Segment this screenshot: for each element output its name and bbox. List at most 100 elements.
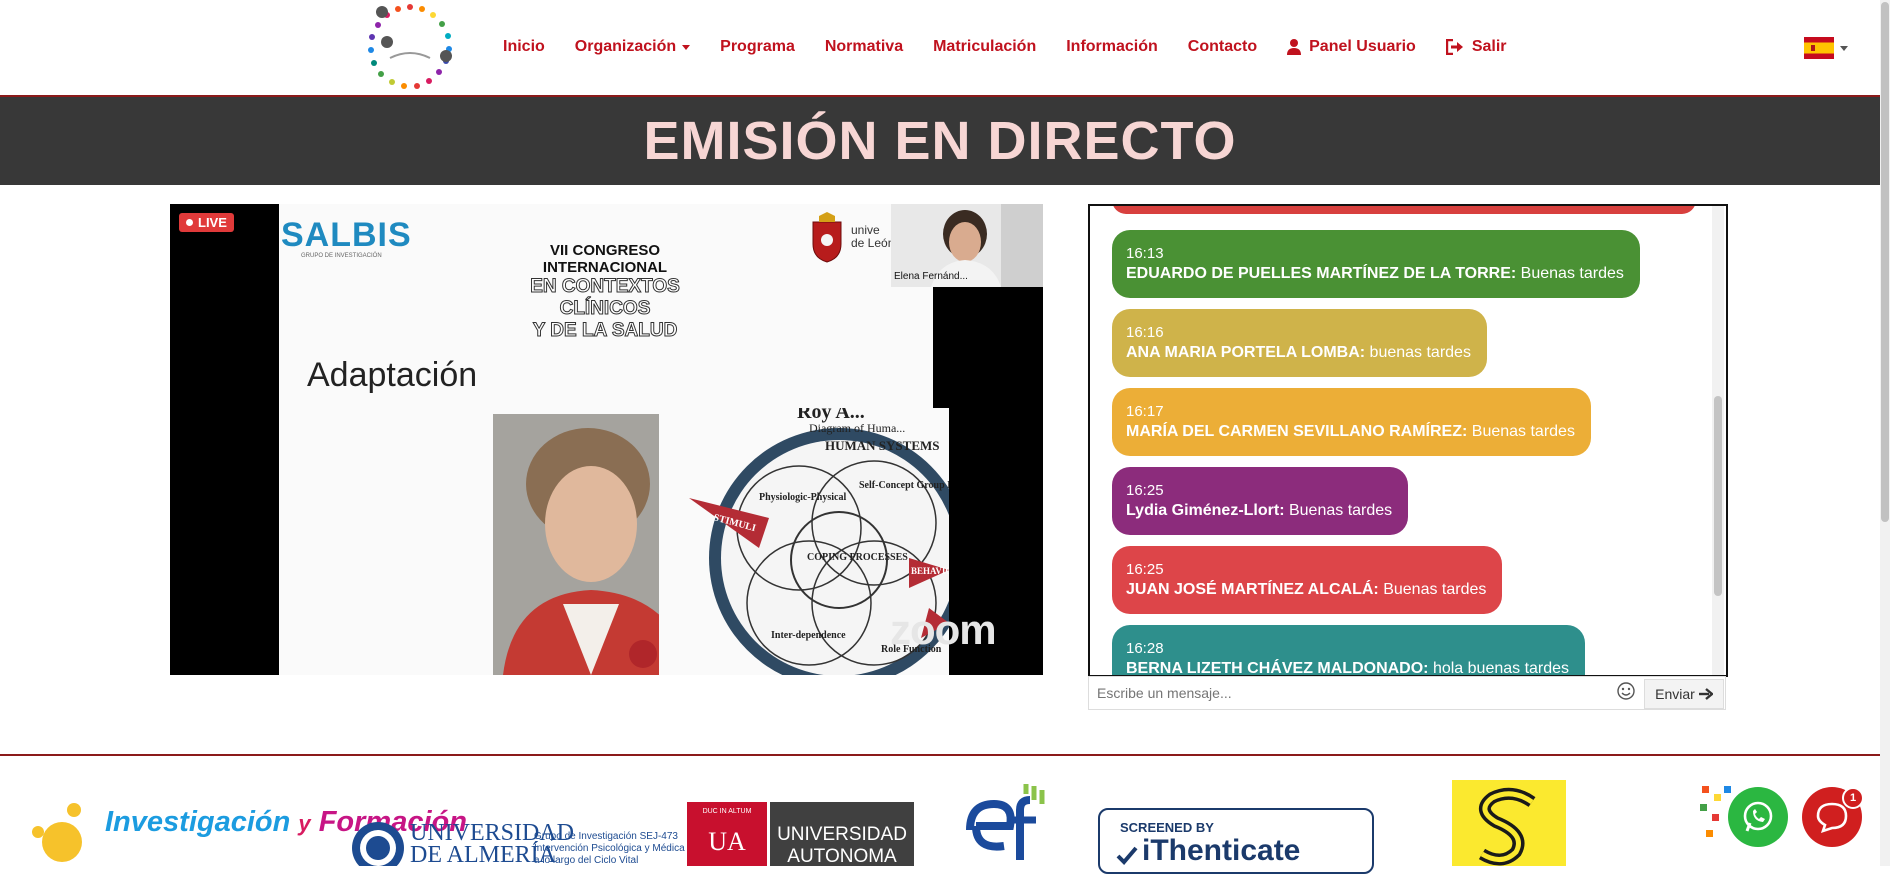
message-time: 16:25 — [1126, 561, 1164, 578]
nav-label: Información — [1066, 38, 1158, 55]
nav-label: Normativa — [824, 38, 904, 55]
ua-line-1: UNIVERSIDAD — [777, 824, 907, 845]
footer-divider — [0, 754, 1880, 756]
molecule-logo-icon — [32, 803, 82, 862]
sponsor-word-y: y — [298, 811, 311, 836]
chat-message: 16:17 MARÍA DEL CARMEN SEVILLANO RAMÍREZ… — [1112, 388, 1591, 456]
sponsor-et-logo[interactable] — [960, 780, 1046, 866]
live-label: LIVE — [198, 215, 227, 230]
message-text: buenas tardes — [1365, 344, 1471, 361]
top-navbar: Inicio Organización Programa Normativa M… — [0, 0, 1880, 97]
nav-normativa[interactable]: Normativa — [825, 38, 903, 56]
ua-short: UA — [708, 827, 746, 856]
whatsapp-button[interactable] — [1728, 787, 1788, 847]
message-author: MARÍA DEL CARMEN SEVILLANO RAMÍREZ: — [1126, 423, 1468, 440]
message-time: 16:28 — [1126, 640, 1164, 657]
sign-out-icon — [1445, 39, 1464, 55]
zoom-watermark: zoom — [890, 606, 997, 653]
live-badge: LIVE — [179, 213, 234, 232]
message-time: 16:13 — [1126, 245, 1164, 262]
sej-line-3: a lo largo del Ciclo Vital — [534, 855, 639, 866]
sponsor-s-logo[interactable] — [1452, 780, 1566, 866]
video-player[interactable]: LIVE SALBIS GRUPO DE INVESTIGACIÓN VII C… — [170, 204, 1043, 675]
university-name: unive de León — [851, 224, 894, 250]
message-author: BERNA LIZETH CHÁVEZ MALDONADO: — [1126, 660, 1429, 677]
congress-logo[interactable] — [360, 0, 460, 95]
chat-panel[interactable]: 16:13 EDUARDO DE PUELLES MARTÍNEZ DE LA … — [1088, 204, 1728, 677]
whatsapp-icon — [1743, 801, 1773, 832]
message-text: Buenas tardes — [1284, 502, 1393, 519]
ua-name-block: UNIVERSIDAD AUTONOMA — [770, 802, 914, 867]
nav-programa[interactable]: Programa — [720, 38, 795, 56]
university-shield-icon — [812, 212, 842, 263]
user-icon — [1287, 39, 1302, 55]
nav-salir[interactable]: Salir — [1445, 38, 1507, 56]
language-selector[interactable] — [1804, 37, 1848, 59]
sponsor-ithenticate[interactable]: SCREENED BY iThenticate — [1098, 808, 1374, 874]
sponsor-word-1: Investigación — [105, 806, 291, 838]
chat-composer: Enviar — [1088, 676, 1726, 710]
congress-line-1: VII CONGRESO INTERNACIONAL — [542, 242, 668, 276]
diagram-label: Self-Concept Group Identity — [859, 480, 949, 491]
nav-label: Organización — [574, 38, 677, 55]
university-line-2: de León — [851, 236, 895, 250]
message-time: 16:16 — [1126, 324, 1164, 341]
slide-title: Adaptación — [307, 356, 478, 394]
sponsor-sej473[interactable]: Grupo de Investigación SEJ-473 Intervenc… — [534, 831, 685, 867]
nav-label: Contacto — [1187, 38, 1258, 55]
diagram-header: HUMAN SYSTEMS — [825, 438, 940, 453]
spain-flag-icon — [1804, 37, 1834, 59]
nav-label: Salir — [1471, 38, 1507, 55]
message-text: Buenas tardes — [1378, 581, 1487, 598]
message-time: 16:17 — [1126, 403, 1164, 420]
diagram-caption: Diagram of Huma... — [809, 421, 905, 435]
emoji-icon[interactable] — [1617, 682, 1635, 700]
nav-contacto[interactable]: Contacto — [1188, 38, 1257, 56]
message-author: EDUARDO DE PUELLES MARTÍNEZ DE LA TORRE: — [1126, 265, 1517, 282]
diagram-label: COPING PROCESSES — [807, 552, 908, 563]
live-dot-icon — [186, 219, 193, 226]
participant-name: Elena Fernánd... — [894, 271, 968, 282]
sej-line-1: Grupo de Investigación SEJ-473 — [534, 831, 678, 842]
chat-message: 16:16 ANA MARIA PORTELA LOMBA: buenas ta… — [1112, 309, 1487, 377]
ua-shield: DUC IN ALTUM UA — [687, 802, 767, 866]
chat-message-input[interactable] — [1095, 680, 1619, 706]
page-title: EMISIÓN EN DIRECTO — [643, 111, 1237, 171]
message-author: Lydia Giménez-Llort: — [1126, 502, 1285, 519]
caret-down-icon — [682, 44, 691, 50]
ual-seal-icon — [352, 822, 404, 866]
nav-label: Matriculación — [933, 38, 1037, 55]
send-button[interactable]: Enviar — [1644, 679, 1724, 709]
nav-informacion[interactable]: Información — [1066, 38, 1158, 56]
diagram-label: Inter-dependence — [771, 630, 846, 641]
main-nav: Inicio Organización Programa Normativa M… — [503, 38, 1537, 56]
chat-scrollbar-thumb[interactable] — [1714, 396, 1722, 596]
chat-message: 16:28 BERNA LIZETH CHÁVEZ MALDONADO: hol… — [1112, 625, 1586, 677]
message-text: Buenas tardes — [1516, 265, 1624, 282]
page-scrollbar-thumb[interactable] — [1881, 2, 1889, 522]
ithenticate-name: iThenticate — [1142, 834, 1301, 867]
ithenticate-screened: SCREENED BY — [1120, 820, 1214, 835]
s-letter-logo-icon — [1478, 787, 1536, 866]
nav-inicio[interactable]: Inicio — [503, 38, 545, 56]
message-text: hola buenas tardes — [1428, 660, 1570, 677]
notification-badge: 1 — [1842, 787, 1864, 809]
diagram-label: Physiologic-Physical — [759, 492, 846, 503]
presentation-slide: SALBIS GRUPO DE INVESTIGACIÓN VII CONGRE… — [279, 204, 949, 675]
nav-matriculacion[interactable]: Matriculación — [933, 38, 1036, 56]
speaker-video-thumbnail[interactable]: Elena Fernánd... — [891, 204, 1043, 287]
message-time: 16:25 — [1126, 482, 1164, 499]
message-author: ANA MARIA PORTELA LOMBA: — [1126, 344, 1366, 361]
nav-label: Inicio — [503, 38, 545, 55]
nav-organizacion-dropdown[interactable]: Organización — [574, 38, 691, 56]
message-text: Buenas tardes — [1467, 423, 1575, 440]
nav-panel-usuario[interactable]: Panel Usuario — [1287, 38, 1416, 56]
chat-message: 16:25 Lydia Giménez-Llort: Buenas tardes — [1112, 467, 1409, 535]
ua-motto: DUC IN ALTUM — [702, 808, 752, 815]
message-author: JUAN JOSÉ MARTÍNEZ ALCALÁ: — [1126, 581, 1379, 598]
sej-line-2: Intervención Psicológica y Médica — [534, 843, 685, 854]
chat-message: 16:25 JUAN JOSÉ MARTÍNEZ ALCALÁ: Buenas … — [1112, 546, 1503, 614]
nav-label: Programa — [720, 38, 795, 55]
congress-line-2: EN CONTEXTOS CLÍNICOS — [530, 276, 681, 320]
sponsor-universidad-autonoma[interactable]: DUC IN ALTUM UA UNIVERSIDAD AUTONOMA — [687, 802, 914, 867]
